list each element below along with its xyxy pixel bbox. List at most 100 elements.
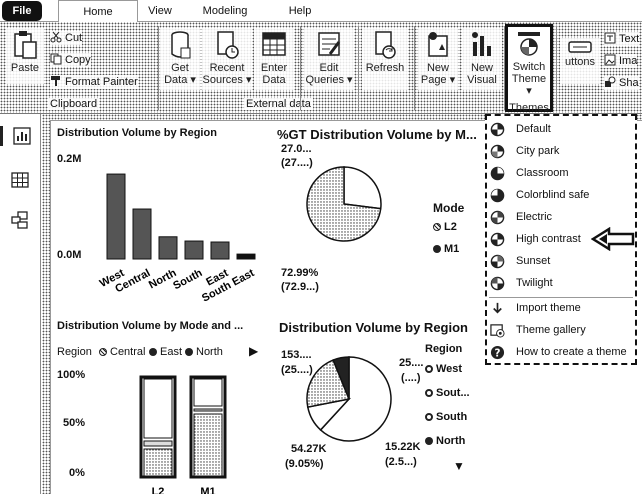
legend-next-arrow[interactable]: ▶ xyxy=(249,344,258,358)
theme-swatch-icon xyxy=(490,210,505,225)
legend-item[interactable]: West xyxy=(425,363,462,375)
legend-item[interactable]: Central xyxy=(99,346,145,358)
import-arrow-icon xyxy=(493,302,502,314)
data-view-button[interactable] xyxy=(10,170,30,190)
ribbon-separator xyxy=(414,26,415,110)
legend-scroll-down-arrow[interactable]: ▼ xyxy=(453,459,465,473)
stacked-bar-segment xyxy=(193,378,223,407)
recent-sources-button[interactable]: Recent Sources ▾ xyxy=(202,28,252,90)
copy-icon xyxy=(50,53,62,65)
y-tick-label: 0.2M xyxy=(57,153,82,165)
cut-button[interactable]: Cut xyxy=(50,31,83,45)
theme-swatch-icon xyxy=(490,188,505,203)
legend-swatch xyxy=(149,348,157,356)
model-view-button[interactable] xyxy=(10,210,30,230)
theme-item-label: Electric xyxy=(516,211,553,223)
image-icon xyxy=(604,54,616,66)
cut-label: Cut xyxy=(65,32,83,44)
theme-item-city-park[interactable]: City park xyxy=(487,141,635,162)
gt-pie-title: %GT Distribution Volume by M... xyxy=(277,127,477,142)
x-tick-label: L2 xyxy=(152,486,165,494)
legend-item[interactable]: East xyxy=(149,346,182,358)
menu-item-label: Theme gallery xyxy=(516,324,586,336)
edit-queries-icon xyxy=(318,32,341,56)
mode-stacked-bar-chart[interactable]: L2 M1 xyxy=(131,371,251,494)
buttons-button[interactable]: uttons xyxy=(560,38,600,84)
switch-theme-button[interactable]: Switch Theme ▾ Themes xyxy=(505,24,553,114)
legend-item[interactable]: North xyxy=(425,435,465,447)
tab-view[interactable]: View xyxy=(140,0,180,22)
ribbon-separator xyxy=(358,26,359,110)
region-pie-chart[interactable] xyxy=(305,355,395,445)
legend-swatch xyxy=(99,348,107,356)
text-box-button[interactable]: Text xyxy=(604,32,640,46)
gallery-icon xyxy=(490,324,505,338)
svg-text:?: ? xyxy=(495,347,501,359)
x-tick-label: M1 xyxy=(200,486,215,494)
legend-swatch xyxy=(425,389,433,397)
theme-swatch-icon xyxy=(490,122,505,137)
format-painter-button[interactable]: Format Painter xyxy=(50,75,138,89)
image-button[interactable]: Ima xyxy=(604,54,638,68)
how-to-create-theme-item[interactable]: ? How to create a theme xyxy=(487,342,635,363)
theme-item-label: Colorblind safe xyxy=(516,189,590,201)
new-visual-label-1: New xyxy=(470,62,493,74)
import-theme-item[interactable]: Import theme xyxy=(487,298,635,319)
tab-home[interactable]: Home xyxy=(58,0,138,23)
tab-file[interactable]: File xyxy=(2,1,42,21)
new-page-button[interactable]: New Page ▾ xyxy=(418,28,458,90)
legend-item-label: M1 xyxy=(444,243,460,255)
x-tick-label: South xyxy=(171,267,204,292)
theme-item-classroom[interactable]: Classroom xyxy=(487,163,635,184)
new-page-label-1: New xyxy=(426,62,449,74)
tab-help[interactable]: Help xyxy=(282,0,318,22)
theme-item-twilight[interactable]: Twilight xyxy=(487,273,635,294)
copy-button[interactable]: Copy xyxy=(50,53,91,67)
y-tick-label: 100% xyxy=(57,369,86,381)
pie-data-label: 27.0... xyxy=(281,143,312,155)
enter-data-button[interactable]: Enter Data xyxy=(254,28,294,90)
shapes-button[interactable]: Sha xyxy=(604,76,639,90)
recent-sources-label-1: Recent xyxy=(209,62,245,74)
region-pie-title: Distribution Volume by Region xyxy=(279,320,468,335)
theme-item-high-contrast[interactable]: High contrast xyxy=(487,227,635,251)
menu-item-label: How to create a theme xyxy=(516,346,627,358)
legend-swatch xyxy=(433,223,441,231)
edit-queries-button[interactable]: Edit Queries ▾ xyxy=(304,28,354,90)
switch-theme-label-1: Switch xyxy=(512,61,546,73)
new-visual-button[interactable]: New Visual xyxy=(462,28,502,90)
format-painter-label: Format Painter xyxy=(65,76,138,88)
theme-gallery-item[interactable]: Theme gallery xyxy=(487,320,635,341)
pie-data-label: (....) xyxy=(401,372,421,384)
tab-modeling[interactable]: Modeling xyxy=(194,0,256,22)
bar xyxy=(210,241,230,260)
get-data-button[interactable]: Get Data ▾ xyxy=(160,28,200,90)
refresh-button[interactable]: Refresh xyxy=(362,28,408,90)
theme-item-label: Classroom xyxy=(516,167,569,179)
ribbon-separator xyxy=(300,26,301,110)
region-bar-chart[interactable]: WestCentralNorthSouth EastSouth East xyxy=(91,141,271,321)
legend-item[interactable]: L2 xyxy=(433,221,457,233)
legend-item[interactable]: Sout... xyxy=(425,387,470,399)
report-view-button[interactable] xyxy=(0,126,41,146)
gt-pie-chart[interactable] xyxy=(305,165,385,245)
legend-item[interactable]: North xyxy=(185,346,223,358)
legend-item[interactable]: South xyxy=(425,411,467,423)
paste-icon xyxy=(14,31,37,59)
theme-item-sunset[interactable]: Sunset xyxy=(487,251,635,272)
recent-sources-icon xyxy=(217,31,239,59)
edit-queries-label-2: Queries ▾ xyxy=(305,74,353,86)
legend-title: Region xyxy=(425,343,463,355)
new-page-label-2: Page ▾ xyxy=(420,74,456,86)
theme-item-colorblind-safe[interactable]: Colorblind safe xyxy=(487,185,635,206)
help-icon: ? xyxy=(490,345,505,359)
theme-item-electric[interactable]: Electric xyxy=(487,207,635,228)
ribbon-separator xyxy=(158,26,159,110)
y-tick-label: 0% xyxy=(69,467,85,479)
legend-item[interactable]: M1 xyxy=(433,243,459,255)
stacked-bar-segment xyxy=(193,408,223,412)
theme-item-label: Sunset xyxy=(516,255,551,267)
stacked-bar-segment xyxy=(143,440,173,447)
paste-button[interactable]: Paste xyxy=(6,28,44,84)
theme-item-default[interactable]: Default xyxy=(487,119,635,140)
